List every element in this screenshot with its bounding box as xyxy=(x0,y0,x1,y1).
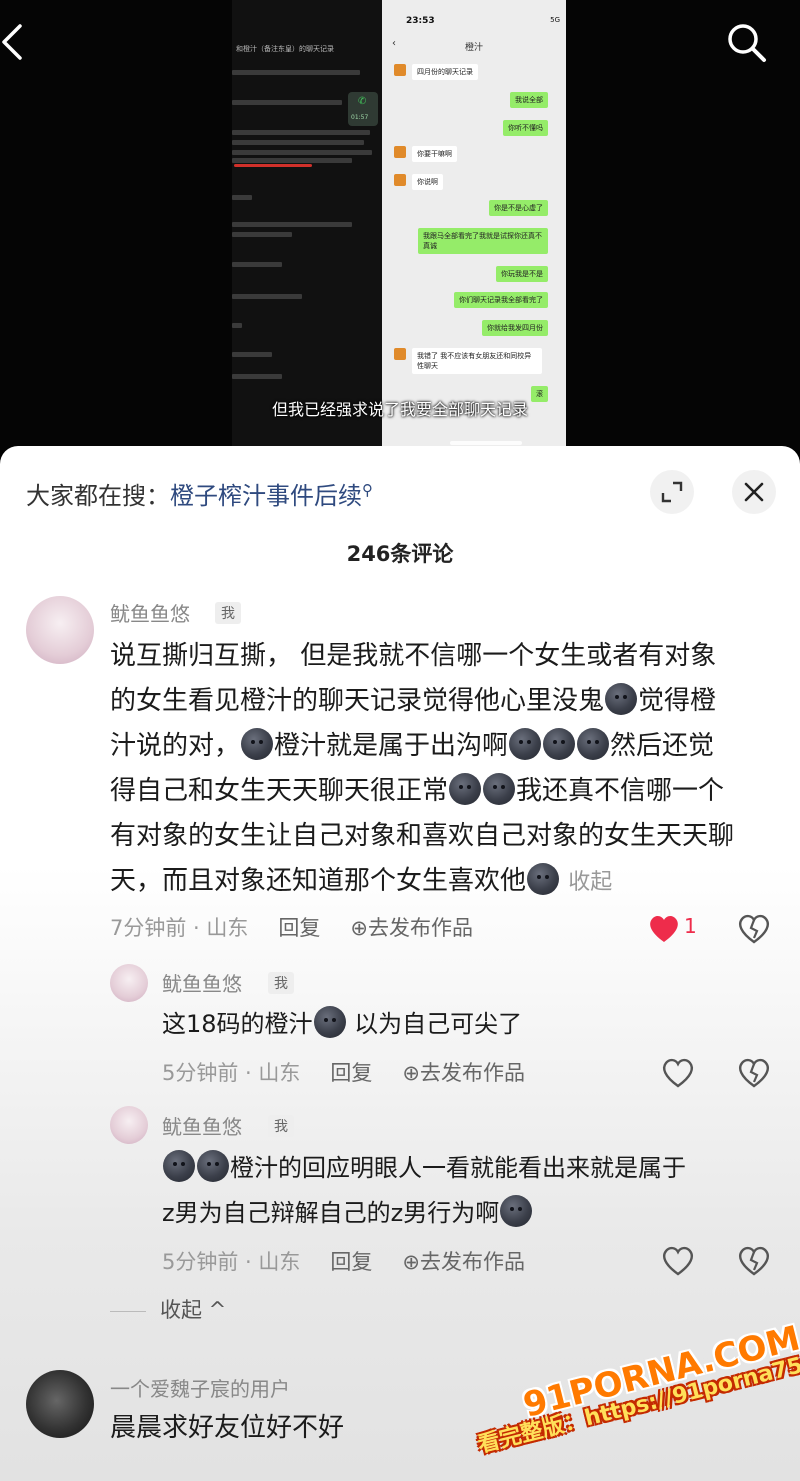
wechat-chat-screenshot: 23:53 5G ‹ 橙汁 四月份的聊天记录 我说全部 你听不懂吗 你要干嘛啊 … xyxy=(382,0,566,448)
collapse-text-link[interactable]: 收起 xyxy=(568,870,612,895)
comment-username[interactable]: 鱿鱼鱼悠 xyxy=(162,1111,242,1140)
comment-username[interactable]: 鱿鱼鱼悠 xyxy=(162,968,242,997)
like-heart-icon[interactable] xyxy=(658,1052,698,1092)
avatar[interactable] xyxy=(26,596,94,664)
comment-count: 246条评论 xyxy=(346,542,454,566)
comment-meta: 5分钟前 · 山东 回复 ⊕去发布作品 xyxy=(162,1250,525,1274)
trending-search[interactable]: 大家都在搜：橙子榨汁事件后续⚲ xyxy=(26,476,373,511)
me-badge: 我 xyxy=(215,602,241,624)
avatar[interactable] xyxy=(26,1370,94,1438)
back-icon[interactable] xyxy=(0,20,34,64)
dark-chat-title: 和橙汁（备注东皇）的聊天记录 xyxy=(236,45,334,53)
publish-work-button[interactable]: ⊕去发布作品 xyxy=(350,916,473,940)
emoji-icon xyxy=(313,1006,346,1038)
video-subtitle: 但我已经强求说了我要全部聊天记录 xyxy=(271,400,528,419)
publish-icon: ⊕ xyxy=(350,916,368,940)
me-badge: 我 xyxy=(268,972,294,994)
search-small-icon: ⚲ xyxy=(362,481,373,499)
like-heart-icon[interactable] xyxy=(658,1240,698,1280)
dark-chat-screenshot: 和橙汁（备注东皇）的聊天记录 ✆ 01:57 xyxy=(232,0,382,448)
emoji-icon xyxy=(543,728,576,760)
comment-text: 这18码的橙汁 以为自己可尖了 xyxy=(162,1002,762,1047)
comment-username[interactable]: 一个爱魏子宸的用户 xyxy=(110,1373,290,1402)
close-icon xyxy=(744,482,764,502)
reply-button[interactable]: 回复 xyxy=(278,916,320,940)
call-card: ✆ 01:57 xyxy=(348,92,378,126)
search-icon[interactable] xyxy=(722,18,770,66)
chat-title: 橙汁 xyxy=(464,43,483,53)
emoji-icon xyxy=(527,863,560,895)
video-player[interactable]: 和橙汁（备注东皇）的聊天记录 ✆ 01:57 23:53 5G ‹ 橙汁 四月份… xyxy=(0,0,800,450)
avatar[interactable] xyxy=(110,1106,148,1144)
video-frame: 和橙汁（备注东皇）的聊天记录 ✆ 01:57 23:53 5G ‹ 橙汁 四月份… xyxy=(232,0,566,448)
phone-icon: ✆ xyxy=(358,96,367,107)
publish-icon: ⊕ xyxy=(402,1250,420,1274)
chevron-up-icon: ^ xyxy=(202,1298,227,1322)
emoji-icon xyxy=(449,773,482,805)
emoji-icon xyxy=(163,1150,195,1182)
like-count: 1 xyxy=(684,914,697,938)
me-badge: 我 xyxy=(268,1115,294,1137)
dislike-heart-icon[interactable] xyxy=(734,1052,774,1092)
publish-work-button[interactable]: ⊕去发布作品 xyxy=(402,1250,525,1274)
dislike-heart-icon[interactable] xyxy=(734,908,774,948)
reply-button[interactable]: 回复 xyxy=(330,1061,372,1085)
emoji-icon xyxy=(197,1150,229,1182)
comment-sheet: 大家都在搜：橙子榨汁事件后续⚲ 246条评论 鱿鱼鱼悠 我 说互撕归互撕， 但是… xyxy=(0,446,800,1481)
close-button[interactable] xyxy=(732,470,776,514)
avatar[interactable] xyxy=(110,964,148,1002)
comment-text: 说互撕归互撕， 但是我就不信哪一个女生或者有对象 的女生看见橙汁的聊天记录觉得他… xyxy=(110,641,735,896)
emoji-icon xyxy=(605,683,638,715)
like-heart-filled-icon[interactable] xyxy=(644,908,684,948)
comment-username[interactable]: 鱿鱼鱼悠 xyxy=(110,598,190,627)
dislike-heart-icon[interactable] xyxy=(734,1240,774,1280)
comment-meta: 7分钟前 · 山东 回复 ⊕去发布作品 xyxy=(110,916,473,940)
expand-icon xyxy=(661,481,683,503)
emoji-icon xyxy=(241,728,274,760)
home-indicator xyxy=(450,441,522,445)
emoji-icon xyxy=(483,773,516,805)
comment-text: 橙汁的回应明眼人一看就能看出来就是属于 z男为自己辩解自己的z男行为啊 xyxy=(162,1146,782,1236)
publish-work-button[interactable]: ⊕去发布作品 xyxy=(402,1061,525,1085)
publish-icon: ⊕ xyxy=(402,1061,420,1085)
emoji-icon xyxy=(509,728,542,760)
emoji-icon xyxy=(577,728,610,760)
emoji-icon xyxy=(500,1195,533,1227)
trending-search-term[interactable]: 橙子榨汁事件后续 xyxy=(170,482,362,510)
collapse-replies-button[interactable]: 收起 ^ xyxy=(110,1294,226,1324)
comment-meta: 5分钟前 · 山东 回复 ⊕去发布作品 xyxy=(162,1061,525,1085)
expand-button[interactable] xyxy=(650,470,694,514)
reply-button[interactable]: 回复 xyxy=(330,1250,372,1274)
